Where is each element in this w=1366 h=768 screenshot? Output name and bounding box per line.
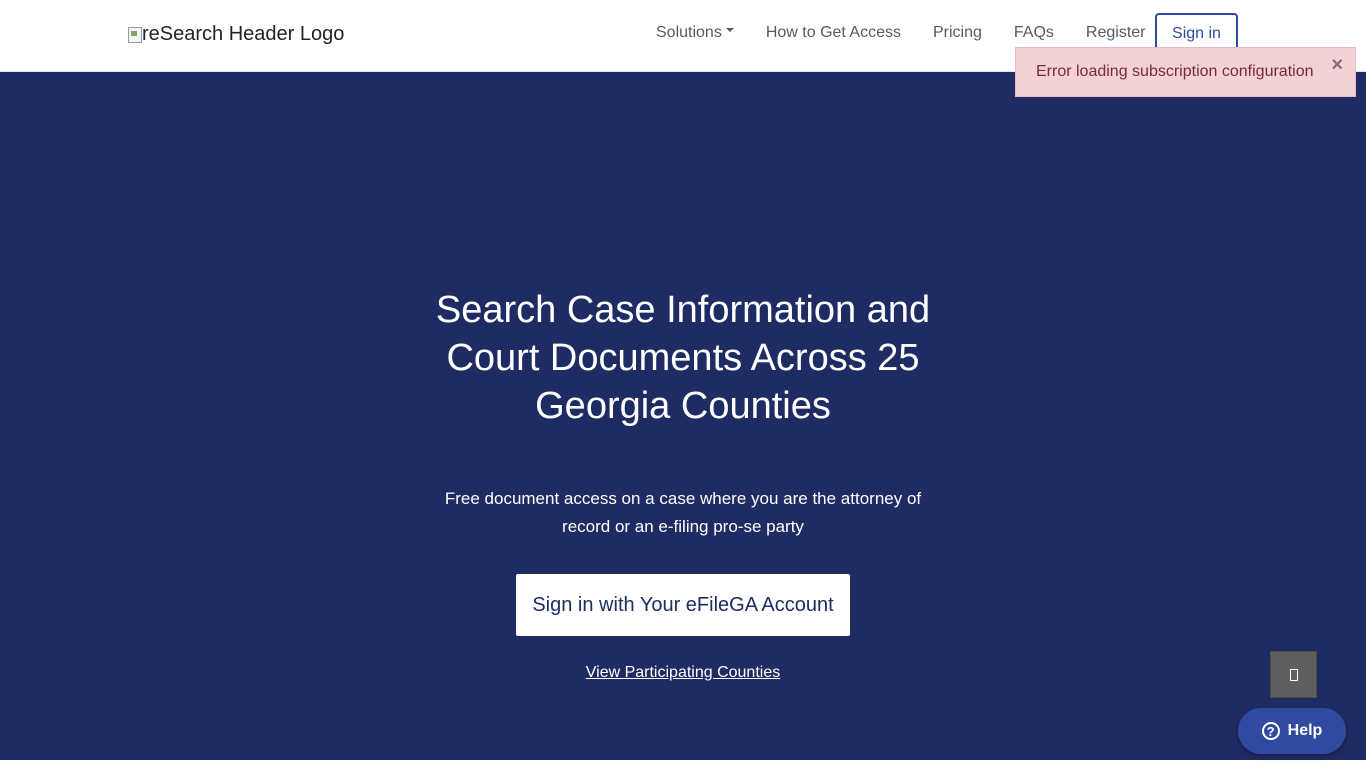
box-icon xyxy=(1289,668,1298,681)
scroll-top-button[interactable] xyxy=(1270,651,1317,698)
view-participating-counties-link[interactable]: View Participating Counties xyxy=(433,664,933,682)
hero-title: Search Case Information and Court Docume… xyxy=(435,289,931,427)
help-button[interactable]: ? Help xyxy=(1238,708,1346,754)
close-icon[interactable]: × xyxy=(1331,55,1343,75)
error-toast: Error loading subscription configuration… xyxy=(1015,47,1356,97)
broken-image-icon xyxy=(128,26,142,43)
nav-pricing[interactable]: Pricing xyxy=(917,24,998,42)
hero-subtitle: Free document access on a case where you… xyxy=(444,489,922,536)
nav-how-to-get-access[interactable]: How to Get Access xyxy=(750,24,917,42)
hero-section: Search Case Information and Court Docume… xyxy=(0,72,1366,760)
nav-register[interactable]: Register xyxy=(1070,24,1162,42)
caret-down-icon xyxy=(725,28,734,33)
header-logo[interactable]: reSearch Header Logo xyxy=(128,23,344,46)
error-toast-message: Error loading subscription configuration xyxy=(1036,63,1314,80)
logo-alt-text: reSearch Header Logo xyxy=(142,23,345,45)
question-circle-icon: ? xyxy=(1261,722,1280,740)
efilega-sign-in-button[interactable]: Sign in with Your eFileGA Account xyxy=(516,574,850,636)
nav-solutions[interactable]: Solutions xyxy=(640,24,750,42)
nav-solutions-label: Solutions xyxy=(656,23,722,41)
nav-faqs[interactable]: FAQs xyxy=(998,24,1070,42)
help-label: Help xyxy=(1287,722,1323,739)
